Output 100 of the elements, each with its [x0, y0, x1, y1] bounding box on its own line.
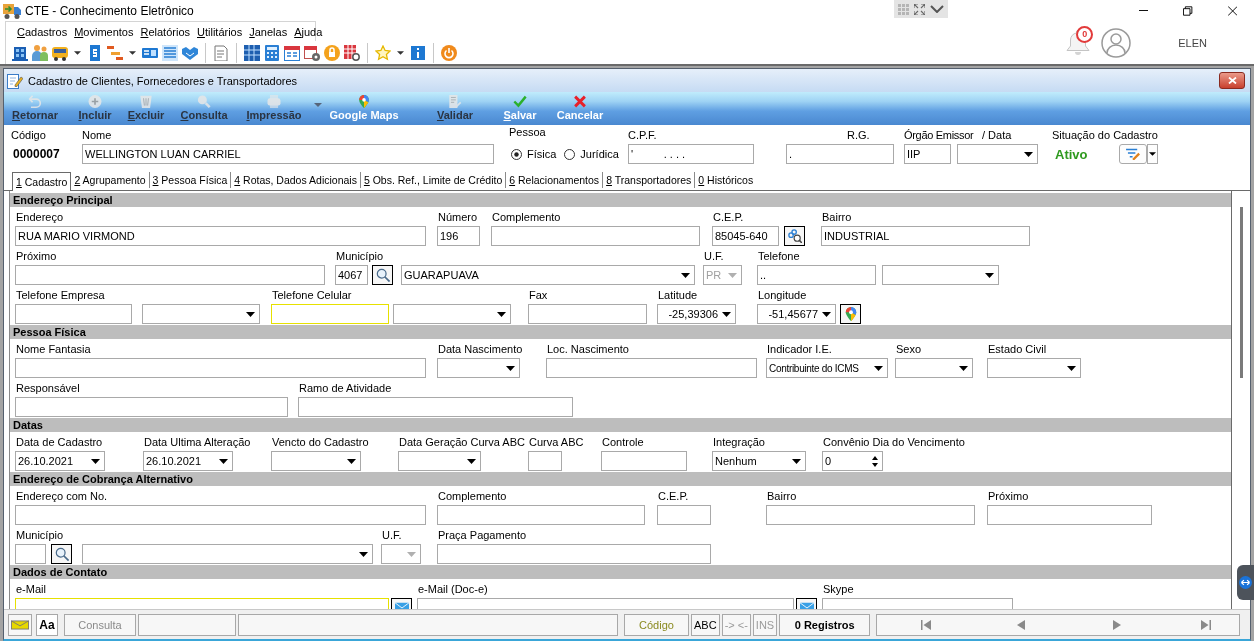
input-field[interactable] — [15, 358, 426, 378]
input-field[interactable] — [766, 505, 975, 525]
heart-icon[interactable] — [182, 44, 198, 61]
building-icon[interactable] — [12, 44, 28, 61]
dropdown-field[interactable] — [882, 265, 999, 285]
tab[interactable]: 5 Obs. Ref., Limite de Crédito — [360, 172, 507, 188]
dropdown-button[interactable] — [1147, 144, 1158, 164]
next-record-icon[interactable] — [1113, 619, 1122, 630]
cep-search-button[interactable] — [784, 226, 805, 246]
input-field[interactable] — [15, 544, 46, 564]
input-field[interactable] — [528, 304, 647, 324]
radio-icon[interactable] — [511, 148, 522, 160]
chevron-down-icon[interactable] — [930, 5, 944, 13]
notes-icon[interactable] — [213, 44, 229, 61]
menu-item[interactable]: Movimentos — [71, 25, 137, 38]
dropdown-field[interactable] — [82, 544, 373, 564]
menu-item[interactable]: Utilitários — [194, 25, 246, 38]
last-record-icon[interactable] — [1201, 619, 1212, 630]
input-field[interactable] — [987, 505, 1152, 525]
dropdown-field[interactable]: -25,39306 — [657, 304, 736, 324]
input-field[interactable]: .. — [757, 265, 876, 285]
previous-record-icon[interactable] — [1017, 619, 1026, 630]
dropdown-field[interactable] — [142, 304, 260, 324]
caret-icon[interactable] — [959, 365, 968, 371]
tab[interactable]: 6 Relacionamentos — [506, 172, 604, 188]
input-field[interactable] — [298, 397, 573, 417]
tab[interactable]: 4 Rotas, Dados Adicionais — [231, 172, 361, 188]
caret-icon[interactable] — [219, 458, 228, 464]
restore-icon[interactable] — [1183, 5, 1193, 16]
input-field[interactable]: . — [786, 144, 894, 164]
font-button[interactable]: Aa — [36, 613, 58, 636]
caret-icon[interactable] — [347, 458, 356, 464]
input-field[interactable]: RUA MARIO VIRMOND — [15, 226, 426, 246]
caret-icon[interactable] — [874, 365, 883, 371]
dropdown-field[interactable]: Contribuinte do ICMS — [766, 358, 888, 378]
table-icon[interactable] — [244, 44, 260, 61]
dropdown-field[interactable]: GUARAPUAVA — [401, 265, 695, 285]
input-field[interactable] — [15, 397, 288, 417]
input-field[interactable] — [491, 226, 700, 246]
dropdown-field[interactable] — [393, 304, 511, 324]
minimize-icon[interactable] — [1139, 10, 1149, 11]
calendar-gear-icon[interactable] — [304, 44, 320, 61]
radio-option[interactable]: Física — [511, 148, 557, 160]
input-field[interactable]: 196 — [437, 226, 480, 246]
caret-icon[interactable] — [822, 311, 831, 317]
bars-icon[interactable] — [107, 44, 123, 61]
caret-icon[interactable] — [506, 365, 515, 371]
menu-item[interactable]: Ajuda — [291, 25, 326, 38]
input-field[interactable] — [601, 451, 687, 471]
caret-icon[interactable] — [792, 458, 801, 464]
spin-field[interactable]: 0 — [822, 451, 883, 471]
dropdown-field[interactable]: 26.10.2021 — [15, 451, 105, 471]
caret-icon[interactable] — [497, 311, 506, 317]
menu-item[interactable]: Cadastros — [14, 25, 71, 38]
dropdown-field[interactable] — [957, 144, 1038, 164]
calendar-icon[interactable] — [284, 44, 300, 61]
tab[interactable]: 2 Agrupamento — [71, 172, 150, 188]
calculator-icon[interactable] — [264, 44, 280, 61]
star-icon[interactable] — [375, 44, 391, 61]
input-field[interactable] — [437, 505, 645, 525]
input-field[interactable] — [528, 451, 562, 471]
menu-item[interactable]: Janelas — [246, 25, 291, 38]
input-field[interactable] — [15, 265, 325, 285]
dropdown-field[interactable] — [987, 358, 1081, 378]
table-search-icon[interactable] — [344, 44, 360, 61]
dropdown-field[interactable]: -51,45677 — [757, 304, 836, 324]
caret-icon[interactable] — [246, 311, 255, 317]
input-field[interactable]: INDUSTRIAL — [821, 226, 1030, 246]
radio-icon[interactable] — [564, 148, 576, 160]
caret-icon[interactable] — [74, 50, 81, 55]
close-button[interactable] — [1219, 72, 1245, 89]
tab[interactable]: 0 Históricos — [695, 172, 757, 188]
input-field[interactable]: IIP — [904, 144, 951, 164]
document-icon[interactable] — [87, 44, 103, 61]
caret-icon[interactable] — [722, 311, 731, 317]
caret-icon[interactable] — [397, 50, 404, 55]
input-field[interactable]: 4067 — [335, 265, 368, 285]
input-field[interactable]: 85045-640 — [712, 226, 779, 246]
radio-option[interactable]: Jurídica — [564, 148, 619, 160]
map-button[interactable] — [840, 304, 861, 324]
tab[interactable]: 3 Pessoa Física — [149, 172, 232, 188]
list-icon[interactable] — [162, 44, 178, 61]
input-field[interactable] — [15, 505, 426, 525]
caret-icon[interactable] — [91, 458, 100, 464]
dropdown-field[interactable] — [895, 358, 973, 378]
spin-arrows-icon[interactable] — [872, 455, 878, 467]
input-field[interactable]: WELLINGTON LUAN CARRIEL — [82, 144, 494, 164]
tab[interactable]: 8 Transportadores — [603, 172, 696, 188]
input-field[interactable] — [437, 544, 711, 564]
input-field[interactable] — [657, 505, 711, 525]
dropdown-field[interactable] — [271, 451, 361, 471]
caret-icon[interactable] — [681, 272, 690, 278]
first-record-icon[interactable] — [921, 619, 932, 630]
input-field[interactable] — [15, 304, 132, 324]
side-tab[interactable] — [1237, 565, 1254, 600]
input-field[interactable] — [546, 358, 757, 378]
menu-item[interactable]: Relatórios — [137, 25, 193, 38]
expand-icon[interactable] — [914, 3, 925, 15]
caret-icon[interactable] — [467, 458, 476, 464]
scrollbar-thumb[interactable] — [1239, 207, 1243, 378]
